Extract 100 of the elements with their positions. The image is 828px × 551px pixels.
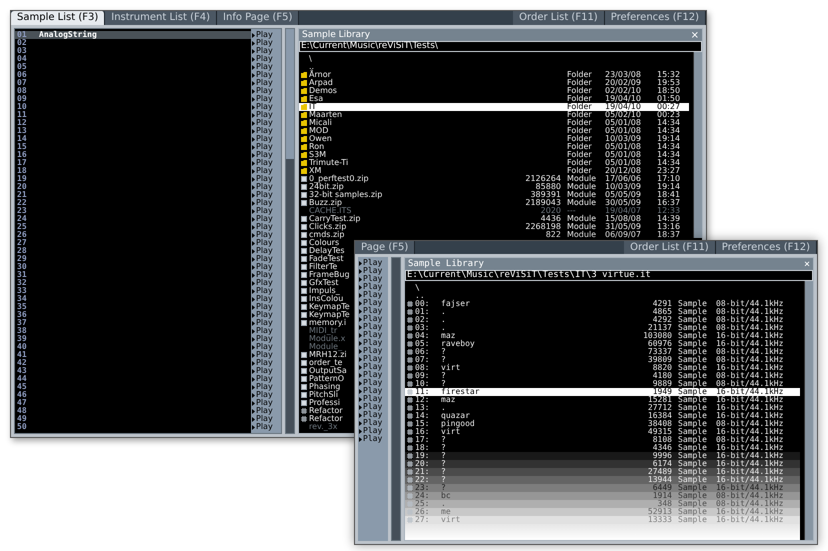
play-button[interactable]: Play <box>358 435 388 443</box>
play-button[interactable]: Play <box>358 307 388 315</box>
play-button[interactable]: Play <box>358 403 388 411</box>
play-button[interactable]: Play <box>251 231 281 239</box>
file-row[interactable]: 22: ? 13944 Sample 16-bit/44.1kHz <box>405 476 800 484</box>
sample-row[interactable]: 27 <box>15 239 251 247</box>
sample-row[interactable]: 14 <box>15 135 251 143</box>
play-button[interactable]: Play <box>251 191 281 199</box>
play-button[interactable]: Play <box>358 339 388 347</box>
play-button[interactable]: Play <box>251 351 281 359</box>
file-row[interactable]: GfxTest <box>299 279 339 287</box>
file-row[interactable]: 12: maz 15281 Sample 16-bit/44.1kHz <box>405 396 800 404</box>
play-button[interactable]: Play <box>251 31 281 39</box>
play-button[interactable]: Play <box>358 363 388 371</box>
file-row[interactable]: 19: ? 9996 Sample 16-bit/44.1kHz <box>405 452 800 460</box>
file-row[interactable]: OutputSa <box>299 367 347 375</box>
file-row[interactable]: Buzz.zip 2189043 Module 30/05/09 16:37 <box>299 199 689 207</box>
file-row[interactable]: \ <box>299 55 689 63</box>
file-row[interactable]: cmds.zip 822 Module 06/09/07 18:37 <box>299 231 689 239</box>
file-row[interactable]: MIDI_tr <box>299 327 338 335</box>
play-button[interactable]: Play <box>251 87 281 95</box>
play-button[interactable]: Play <box>251 47 281 55</box>
play-button[interactable]: Play <box>358 275 388 283</box>
play-button[interactable]: Play <box>251 399 281 407</box>
file-row[interactable]: 32-bit samples.zip 389391 Module 05/05/09 18:41 <box>299 191 689 199</box>
file-row[interactable]: 04: maz 103080 Sample 16-bit/44.1kHz <box>405 332 800 340</box>
file-row[interactable]: CACHE.ITS 2020 --- 19/04/07 12:33 <box>299 207 689 215</box>
sample-row[interactable]: 44 <box>15 375 251 383</box>
tab[interactable]: Order List (F11) <box>513 11 605 25</box>
file-row[interactable]: Refactor <box>299 415 343 423</box>
file-row[interactable]: InsColou <box>299 295 344 303</box>
file-row[interactable]: 17: ? 8108 Sample 08-bit/44.1kHz <box>405 436 800 444</box>
sample-row[interactable]: 18 <box>15 167 251 175</box>
play-button[interactable]: Play <box>251 135 281 143</box>
tab[interactable]: Order List (F11) <box>624 241 716 254</box>
file-row[interactable]: 00: fajser 4291 Sample 08-bit/44.1kHz <box>405 300 800 308</box>
play-button[interactable]: Play <box>358 267 388 275</box>
file-row[interactable]: MRH12.zi <box>299 351 347 359</box>
sample-row[interactable]: 11 <box>15 111 251 119</box>
scrollbar[interactable] <box>693 52 702 238</box>
file-row[interactable]: DelayTes <box>299 247 345 255</box>
path-field[interactable]: E:\Current\Music\reViSiT\Tests\ <box>299 41 702 52</box>
play-button[interactable]: Play <box>251 375 281 383</box>
file-row[interactable]: Arpad Folder 20/02/09 19:53 <box>299 79 689 87</box>
tab[interactable]: Instrument List (F4) <box>105 11 218 25</box>
file-row[interactable]: 16: virt 49315 Sample 16-bit/44.1kHz <box>405 428 800 436</box>
sample-row[interactable]: 50 <box>15 423 251 431</box>
play-button[interactable]: Play <box>251 167 281 175</box>
play-button[interactable]: Play <box>251 183 281 191</box>
sample-row[interactable]: 13 <box>15 127 251 135</box>
file-row[interactable]: FadeTest <box>299 255 344 263</box>
file-row[interactable]: Module_ <box>299 343 342 351</box>
play-button[interactable]: Play <box>251 223 281 231</box>
sample-row[interactable]: 10 <box>15 103 251 111</box>
play-button[interactable]: Play <box>251 39 281 47</box>
file-row[interactable]: PatternO <box>299 375 344 383</box>
file-row[interactable]: Owen Folder 10/03/09 19:14 <box>299 135 689 143</box>
path-field[interactable]: E:\Current\Music\reViSiT\Tests\IT\3 virtue.it <box>405 270 813 281</box>
file-row[interactable]: 24: bc 1914 Sample 08-bit/44.1kHz <box>405 492 800 500</box>
file-row[interactable]: 01: . 4865 Sample 08-bit/44.1kHz <box>405 308 800 316</box>
play-button[interactable]: Play <box>251 367 281 375</box>
file-row[interactable]: 10: ? 9889 Sample 08-bit/44.1kHz <box>405 380 800 388</box>
scrollbar[interactable] <box>804 281 813 540</box>
file-row[interactable]: KeymapTe <box>299 311 350 319</box>
sample-row[interactable]: 16 <box>15 151 251 159</box>
file-row[interactable]: XM Folder 20/12/08 23:27 <box>299 167 689 175</box>
file-row[interactable]: 03: . 21137 Sample 08-bit/44.1kHz <box>405 324 800 332</box>
play-button[interactable]: Play <box>251 407 281 415</box>
file-row[interactable]: 05: raveboy 60976 Sample 16-bit/44.1kHz <box>405 340 800 348</box>
scrollbar[interactable] <box>391 257 401 541</box>
play-button[interactable]: Play <box>358 419 388 427</box>
file-row[interactable]: order_te <box>299 359 342 367</box>
play-button[interactable]: Play <box>358 259 388 267</box>
file-row[interactable]: Refactor <box>299 407 343 415</box>
sample-row[interactable]: 49 <box>15 415 251 423</box>
file-row[interactable]: Professi <box>299 399 340 407</box>
sample-row[interactable]: 45 <box>15 383 251 391</box>
sample-row[interactable]: 47 <box>15 399 251 407</box>
play-button[interactable]: Play <box>358 283 388 291</box>
file-row[interactable]: 02: . 4292 Sample 08-bit/44.1kHz <box>405 316 800 324</box>
sample-row[interactable]: 43 <box>15 367 251 375</box>
play-button[interactable]: Play <box>251 247 281 255</box>
file-row[interactable]: 07: ? 39809 Sample 08-bit/44.1kHz <box>405 356 800 364</box>
file-row[interactable]: 18: ? 4346 Sample 16-bit/44.1kHz <box>405 444 800 452</box>
file-row[interactable]: Impuls_ <box>299 287 340 295</box>
file-row[interactable]: FilterTe <box>299 263 338 271</box>
file-row[interactable]: MOD Folder 05/01/08 14:34 <box>299 127 689 135</box>
sample-row[interactable]: 41 <box>15 351 251 359</box>
sample-row[interactable]: 07 <box>15 79 251 87</box>
play-button[interactable]: Play <box>251 127 281 135</box>
sample-row[interactable]: 01 AnalogString <box>15 31 251 39</box>
sample-row[interactable]: 06 <box>15 71 251 79</box>
file-row[interactable]: 14: quazar 16384 Sample 16-bit/44.1kHz <box>405 412 800 420</box>
sample-row[interactable]: 09 <box>15 95 251 103</box>
sample-row[interactable]: 32 <box>15 279 251 287</box>
file-row[interactable]: 08: virt 8820 Sample 16-bit/44.1kHz <box>405 364 800 372</box>
play-button[interactable]: Play <box>358 387 388 395</box>
play-button[interactable]: Play <box>358 371 388 379</box>
file-row[interactable]: 13: . 27712 Sample 16-bit/44.1kHz <box>405 404 800 412</box>
play-button[interactable]: Play <box>251 319 281 327</box>
